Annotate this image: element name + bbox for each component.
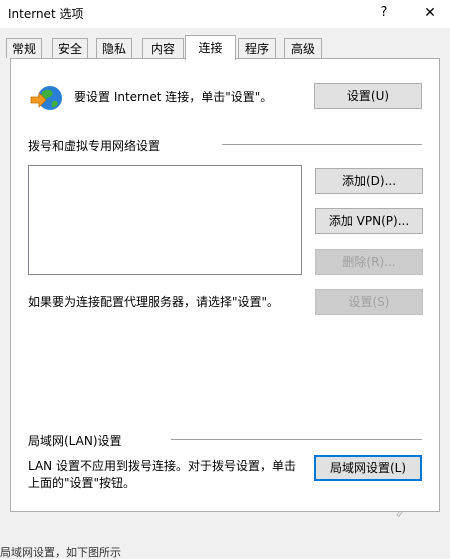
setup-description: 要设置 Internet 连接，单击"设置"。 (74, 90, 273, 104)
tab-general[interactable]: 常规 (6, 38, 42, 58)
lan-divider (171, 439, 422, 440)
remove-button[interactable]: 删除(R)... (315, 249, 423, 275)
tab-programs[interactable]: 程序 (238, 38, 276, 58)
close-button[interactable]: ✕ (420, 3, 440, 23)
lan-heading: 局域网(LAN)设置 (28, 432, 122, 449)
add-vpn-button[interactable]: 添加 VPN(P)... (315, 208, 423, 234)
dialup-divider (222, 144, 422, 145)
title-bar: Internet 选项 ? ✕ (0, 0, 450, 28)
help-button[interactable]: ? (374, 3, 394, 23)
proxy-description: 如果要为连接配置代理服务器，请选择"设置"。 (28, 295, 280, 309)
lan-description: LAN 设置不应用到拨号连接。对于拨号设置，单击上面的"设置"按钮。 (28, 459, 296, 490)
internet-globe-icon (30, 86, 62, 110)
tab-security[interactable]: 安全 (52, 38, 88, 58)
tab-connections[interactable]: 连接 (185, 35, 236, 60)
connections-list[interactable] (28, 165, 302, 275)
tab-content[interactable]: 内容 (142, 38, 184, 58)
connections-panel: 要设置 Internet 连接，单击"设置"。 设置(U) 拨号和虚拟专用网络设… (10, 58, 440, 512)
window-title: Internet 选项 (8, 7, 84, 21)
tab-advanced[interactable]: 高级 (284, 38, 322, 58)
settings-button[interactable]: 设置(S) (315, 289, 423, 315)
add-button[interactable]: 添加(D)... (315, 168, 423, 194)
caption-text: 局域网设置，如下图所示 (0, 546, 121, 559)
tab-privacy[interactable]: 隐私 (96, 38, 132, 58)
lan-settings-button[interactable]: 局域网设置(L) (314, 455, 422, 481)
dialup-heading: 拨号和虚拟专用网络设置 (28, 137, 161, 154)
setup-button[interactable]: 设置(U) (314, 83, 422, 109)
